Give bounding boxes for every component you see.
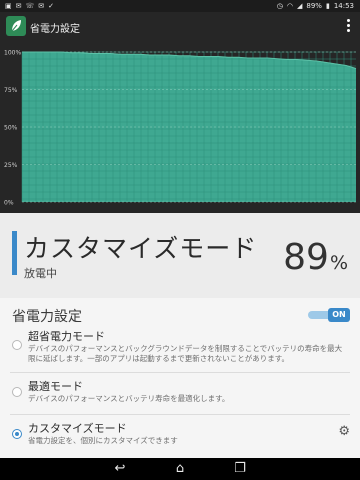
back-icon[interactable]: ↩	[110, 461, 130, 477]
radio-custom[interactable]	[12, 429, 22, 439]
check-icon: ✓	[48, 2, 55, 10]
mode-summary: カスタマイズモード 放電中 89%	[0, 213, 360, 298]
battery-percent: 89%	[306, 2, 322, 10]
status-bar: ▣ ✉ ☏ ✉ ✓ ◷ ◠ ◢ 89% ▮ 14:53	[0, 0, 360, 12]
battery-percent-unit: %	[329, 252, 348, 274]
divider	[10, 414, 350, 415]
system-icons: ◷ ◠ ◢ 89% ▮ 14:53	[277, 1, 354, 11]
divider	[10, 372, 350, 373]
wifi-icon: ◠	[286, 2, 293, 10]
current-mode-title: カスタマイズモード	[24, 234, 258, 263]
y-tick-label: 0%	[4, 200, 14, 207]
recents-icon[interactable]: ❐	[230, 461, 250, 477]
radio-ultra-saving[interactable]	[12, 340, 22, 350]
signal-icon: ◢	[297, 2, 303, 10]
y-tick-label: 50%	[4, 125, 18, 132]
battery-usage-chart: 100% 75% 50% 25% 0%	[0, 40, 360, 213]
missed-call-icon: ☏	[25, 2, 35, 10]
alarm-icon: ◷	[276, 2, 283, 10]
settings-header: 省電力設定	[12, 309, 82, 325]
y-tick-label: 75%	[4, 87, 18, 94]
option-title: カスタマイズモード	[28, 422, 127, 435]
overflow-menu-icon[interactable]	[346, 18, 352, 34]
clock: 14:53	[333, 2, 354, 10]
radio-optimized[interactable]	[12, 387, 22, 397]
battery-percent-value: 89	[283, 237, 329, 278]
option-description: デバイスのパフォーマンスとバックグラウンドデータを制限することでバッテリの寿命を…	[28, 344, 343, 363]
gear-icon[interactable]: ⚙	[338, 424, 350, 439]
mail-icon: ✉	[15, 2, 22, 10]
option-custom[interactable]: カスタマイズモード 省電力設定を、個別にカスタマイズできます ⚙	[0, 418, 360, 454]
app-bar: 省電力設定	[0, 12, 360, 40]
option-description: 省電力設定を、個別にカスタマイズできます	[28, 436, 178, 445]
option-optimized[interactable]: 最適モード デバイスのパフォーマンスとバッテリ寿命を最適化します。	[0, 376, 360, 414]
leaf-app-icon	[6, 16, 26, 36]
power-settings-panel: 省電力設定 ON 超省電力モード デバイスのパフォーマンスとバックグラウンドデー…	[0, 298, 360, 458]
option-ultra-saving[interactable]: 超省電力モード デバイスのパフォーマンスとバックグラウンドデータを制限することで…	[0, 326, 360, 370]
sms-icon: ▣	[5, 2, 12, 10]
battery-icon: ▮	[325, 2, 330, 10]
option-description: デバイスのパフォーマンスとバッテリ寿命を最適化します。	[28, 394, 230, 403]
mail-icon: ✉	[38, 2, 45, 10]
page-title: 省電力設定	[30, 24, 80, 35]
battery-percentage: 89%	[283, 237, 348, 278]
toggle-thumb: ON	[328, 308, 350, 322]
y-tick-label: 100%	[4, 50, 21, 57]
power-saving-toggle[interactable]: ON	[308, 308, 350, 322]
option-title: 最適モード	[28, 380, 83, 393]
notification-icons: ▣ ✉ ☏ ✉ ✓	[5, 1, 54, 11]
navigation-bar: ↩ ⌂ ❐	[0, 458, 360, 480]
home-icon[interactable]: ⌂	[170, 461, 190, 477]
accent-bar	[12, 231, 17, 275]
charge-status: 放電中	[24, 267, 57, 280]
battery-area	[22, 52, 356, 202]
option-title: 超省電力モード	[28, 330, 105, 343]
y-tick-label: 25%	[4, 162, 18, 169]
battery-chart-svg: 100% 75% 50% 25% 0%	[4, 50, 357, 207]
